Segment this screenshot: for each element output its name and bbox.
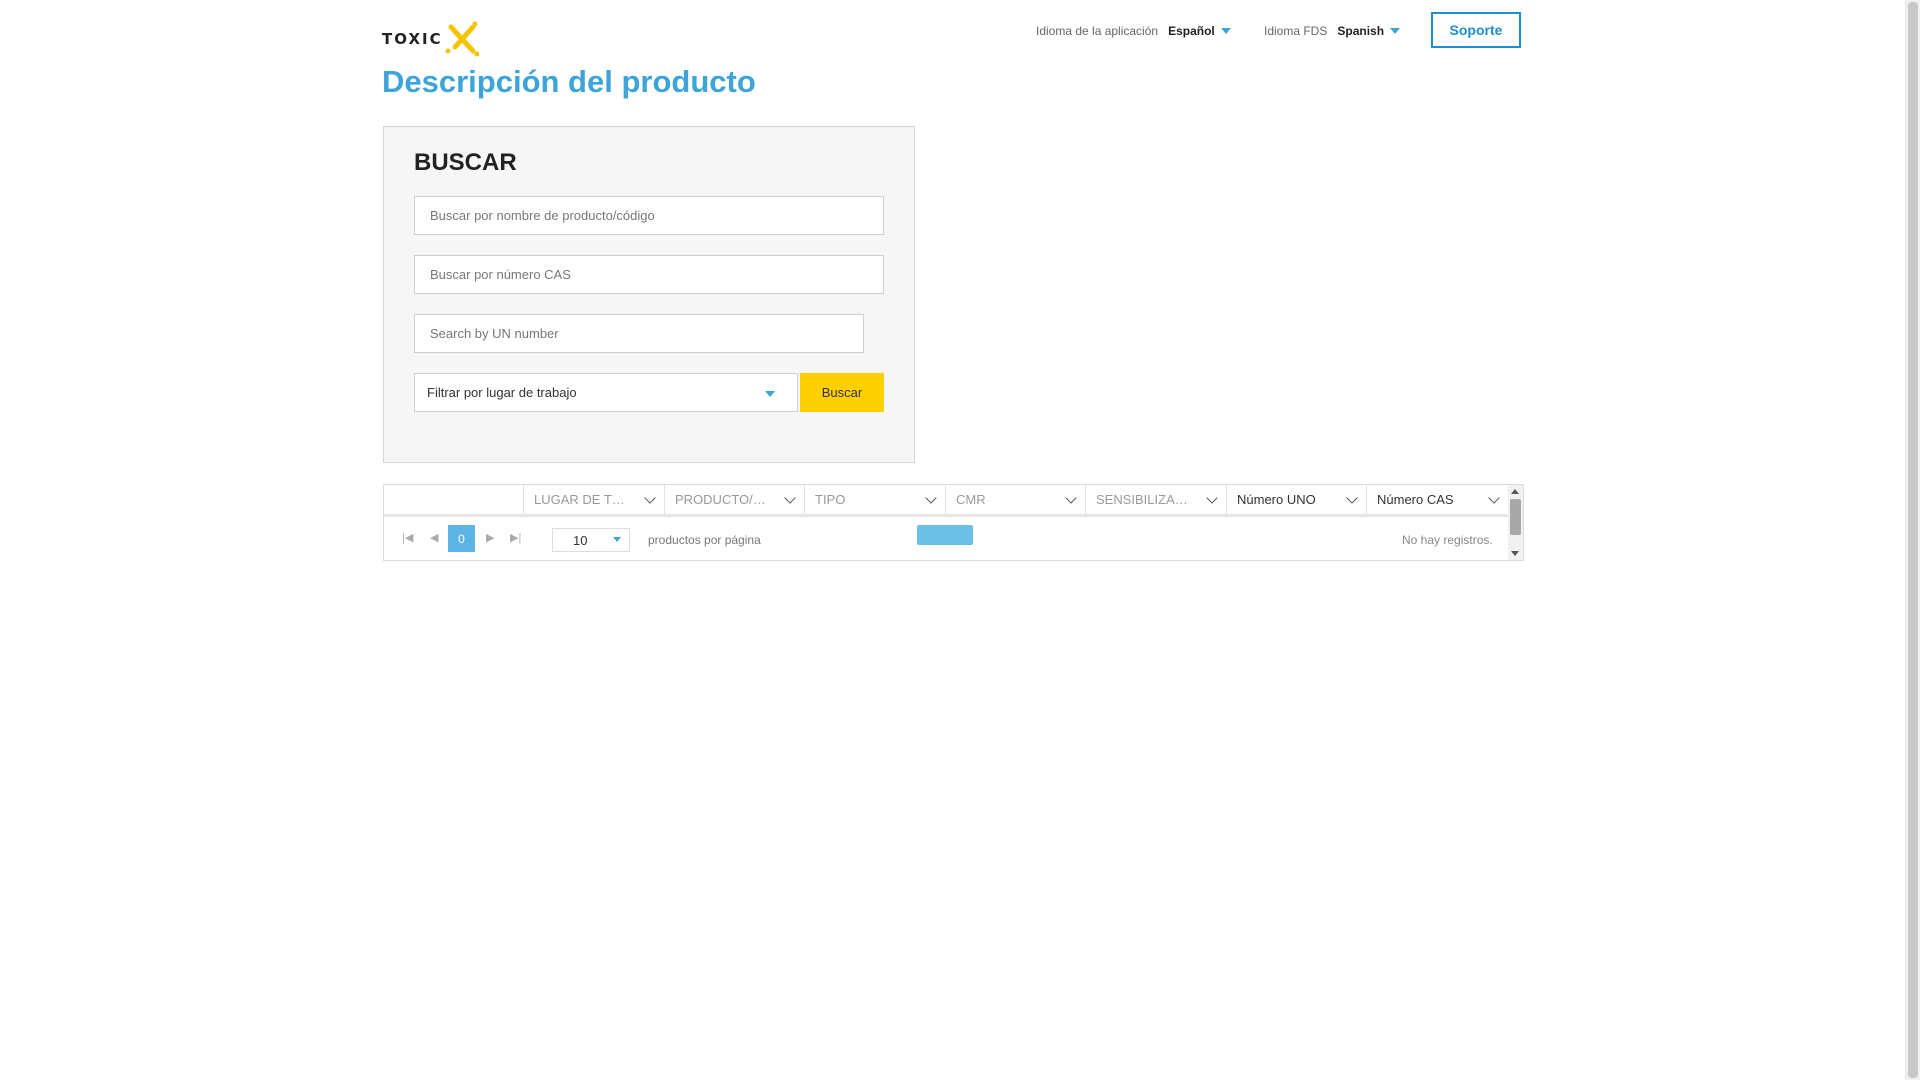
page: TOXIC Idioma de la aplicación Español Id… [382, 0, 1524, 1080]
grid-column-workplace[interactable]: LUGAR DE TRABAJO [524, 485, 665, 514]
workplace-filter-select[interactable]: Filtrar por lugar de trabajo [414, 373, 798, 412]
page-size-select[interactable]: 10 [552, 528, 630, 552]
sds-language-value[interactable]: Spanish [1337, 24, 1384, 38]
grid-column-product[interactable]: PRODUCTO/NOMBRE [665, 485, 805, 514]
column-label: SENSIBILIZANTE [1096, 492, 1194, 507]
app-language-selector[interactable]: Idioma de la aplicación Español [1036, 24, 1231, 38]
chevron-down-icon[interactable] [784, 492, 796, 504]
caret-down-icon[interactable] [765, 391, 775, 397]
sds-language-selector[interactable]: Idioma FDS Spanish [1264, 24, 1401, 38]
column-label: Número UNO [1237, 492, 1316, 507]
caret-down-icon[interactable] [1390, 28, 1401, 34]
empty-message: No hay registros. [1402, 533, 1493, 547]
toxic-logo[interactable]: TOXIC [382, 20, 479, 58]
chevron-down-icon[interactable] [644, 492, 656, 504]
un-search-input[interactable] [414, 314, 864, 353]
page-scrollbar-thumb[interactable] [1908, 2, 1918, 1078]
grid-column-sensitizer[interactable]: SENSIBILIZANTE [1086, 485, 1227, 514]
grid-column-cas-number[interactable]: Número CAS [1367, 485, 1508, 514]
page-size-value: 10 [573, 532, 588, 548]
results-grid: LUGAR DE TRABAJO PRODUCTO/NOMBRE TIPO CM… [383, 484, 1524, 561]
app-language-value[interactable]: Español [1168, 24, 1215, 38]
column-label: PRODUCTO/NOMBRE [675, 492, 772, 507]
loading-indicator [917, 525, 973, 545]
chevron-down-icon[interactable] [1488, 492, 1500, 504]
column-label: LUGAR DE TRABAJO [534, 492, 632, 507]
column-label: CMR [956, 492, 986, 507]
page-title: Descripción del producto [382, 64, 756, 99]
last-page-icon[interactable]: ▶| [510, 531, 521, 544]
search-panel: BUSCAR Filtrar por lugar de trabajo Busc… [383, 126, 915, 463]
cas-search-input[interactable] [414, 255, 884, 294]
scroll-down-icon[interactable] [1511, 551, 1519, 556]
grid-header: LUGAR DE TRABAJO PRODUCTO/NOMBRE TIPO CM… [384, 485, 1508, 517]
current-page-button[interactable]: 0 [448, 525, 475, 552]
grid-column-select[interactable] [384, 485, 524, 514]
scrollbar-thumb[interactable] [1510, 499, 1521, 535]
search-heading: BUSCAR [414, 149, 517, 176]
grid-column-type[interactable]: TIPO [805, 485, 946, 514]
next-page-icon[interactable]: ▶ [486, 531, 494, 544]
chevron-down-icon[interactable] [925, 492, 937, 504]
chevron-down-icon[interactable] [1346, 492, 1358, 504]
column-label: TIPO [815, 492, 846, 507]
grid-pager: |◀ ◀ 0 ▶ ▶| 10 productos por página No h… [384, 521, 1508, 555]
chevron-down-icon[interactable] [1206, 492, 1218, 504]
caret-down-icon[interactable] [1220, 28, 1231, 34]
product-search-input[interactable] [414, 196, 884, 235]
caret-down-icon[interactable] [613, 537, 621, 542]
grid-column-cmr[interactable]: CMR [946, 485, 1086, 514]
grid-column-un-number[interactable]: Número UNO [1227, 485, 1367, 514]
scroll-up-icon[interactable] [1511, 489, 1519, 494]
logo-x-icon [445, 21, 479, 57]
column-label: Número CAS [1377, 492, 1454, 507]
first-page-icon[interactable]: |◀ [402, 531, 413, 544]
page-size-label: productos por página [648, 533, 761, 547]
previous-page-icon[interactable]: ◀ [430, 531, 438, 544]
page-scrollbar[interactable] [1905, 0, 1920, 1080]
workplace-filter-label: Filtrar por lugar de trabajo [427, 385, 577, 400]
sds-language-label: Idioma FDS [1264, 24, 1328, 38]
support-button[interactable]: Soporte [1431, 12, 1521, 48]
grid-scrollbar[interactable] [1508, 485, 1523, 560]
search-button[interactable]: Buscar [800, 373, 884, 412]
logo-text: TOXIC [382, 30, 443, 48]
chevron-down-icon[interactable] [1065, 492, 1077, 504]
app-language-label: Idioma de la aplicación [1036, 24, 1159, 38]
